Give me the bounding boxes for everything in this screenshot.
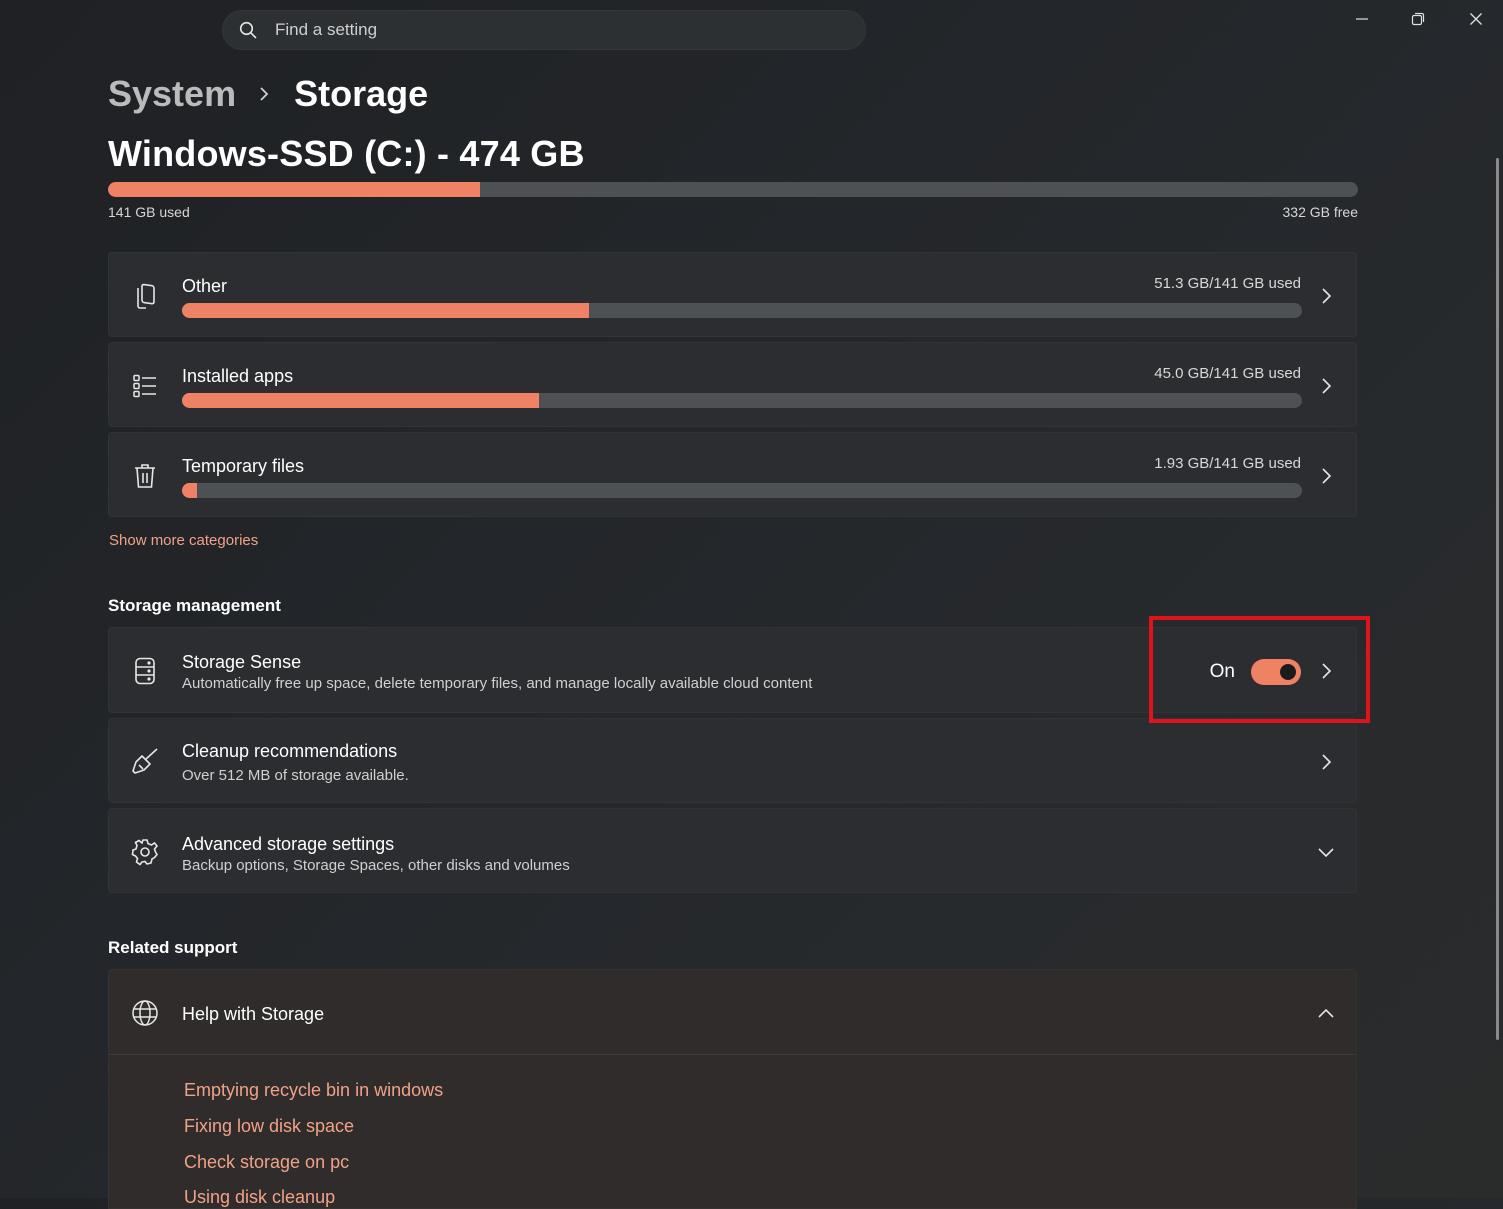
category-amount: 1.93 GB/141 GB used (1154, 455, 1301, 472)
chevron-right-icon (1316, 466, 1336, 486)
category-other[interactable]: Other 51.3 GB/141 GB used (108, 252, 1357, 337)
storage-management-heading: Storage management (108, 596, 281, 615)
advanced-storage-title: Advanced storage settings (182, 834, 395, 854)
drive-usage-bar (108, 182, 1358, 197)
category-usage-fill (182, 483, 198, 498)
breadcrumb: System Storage (108, 70, 428, 118)
storage-sense-title: Storage Sense (182, 652, 302, 672)
drive-used-label: 141 GB used (108, 204, 190, 220)
category-amount: 51.3 GB/141 GB used (1154, 275, 1301, 292)
category-usage-bar (182, 303, 1302, 318)
drive-title: Windows-SSD (C:) - 474 GB (108, 133, 585, 174)
search-box[interactable] (222, 10, 866, 50)
category-usage-bar (182, 483, 1302, 498)
broom-icon (131, 747, 159, 775)
help-with-storage-header[interactable]: Help with Storage (109, 970, 1356, 1055)
chevron-down-icon (1316, 842, 1336, 862)
advanced-storage-settings-item[interactable]: Advanced storage settings Backup options… (108, 808, 1357, 893)
advanced-storage-subtitle: Backup options, Storage Spaces, other di… (182, 857, 570, 874)
close-icon (1470, 13, 1482, 25)
chevron-right-icon (258, 86, 270, 102)
page-title: Storage (294, 73, 429, 114)
category-label: Installed apps (182, 366, 294, 386)
search-input[interactable] (273, 19, 837, 41)
category-temporary-files[interactable]: Temporary files 1.93 GB/141 GB used (108, 432, 1357, 517)
globe-icon (131, 999, 159, 1027)
storage-sense-subtitle: Automatically free up space, delete temp… (182, 675, 813, 692)
show-more-categories-link[interactable]: Show more categories (109, 532, 258, 549)
help-with-storage-title: Help with Storage (182, 1004, 325, 1024)
document-icon (131, 282, 159, 310)
category-label: Other (182, 276, 228, 296)
drive-usage-fill (108, 182, 480, 197)
scrollbar[interactable] (1496, 158, 1499, 1040)
help-link-empty-recycle-bin[interactable]: Emptying recycle bin in windows (184, 1080, 443, 1101)
category-usage-fill (182, 393, 540, 408)
gear-icon (131, 838, 159, 866)
help-link-low-disk-space[interactable]: Fixing low disk space (184, 1116, 354, 1137)
category-amount: 45.0 GB/141 GB used (1154, 365, 1301, 382)
list-icon (131, 372, 159, 400)
cleanup-subtitle: Over 512 MB of storage available. (182, 767, 409, 784)
trash-icon (131, 462, 159, 490)
help-with-storage-panel: Help with Storage Emptying recycle bin i… (108, 969, 1357, 1209)
related-support-heading: Related support (108, 938, 238, 957)
chevron-right-icon (1316, 376, 1336, 396)
close-button[interactable] (1453, 4, 1499, 34)
category-usage-fill (182, 303, 590, 318)
chevron-right-icon (1316, 752, 1336, 772)
category-label: Temporary files (182, 456, 305, 476)
cleanup-title: Cleanup recommendations (182, 741, 398, 761)
chevron-right-icon (1316, 286, 1336, 306)
category-usage-bar (182, 393, 1302, 408)
minimize-button[interactable] (1339, 4, 1385, 34)
minimize-icon (1356, 18, 1368, 20)
highlight-box (1149, 616, 1370, 723)
help-link-check-storage[interactable]: Check storage on pc (184, 1152, 349, 1173)
chevron-up-icon (1316, 1003, 1336, 1023)
breadcrumb-system[interactable]: System (108, 73, 236, 115)
storage-drive-icon (131, 657, 159, 685)
search-icon (239, 21, 257, 39)
cleanup-recommendations-item[interactable]: Cleanup recommendations Over 512 MB of s… (108, 718, 1357, 803)
drive-free-label: 332 GB free (1282, 204, 1359, 220)
restore-button[interactable] (1395, 4, 1441, 34)
category-installed-apps[interactable]: Installed apps 45.0 GB/141 GB used (108, 342, 1357, 427)
restore-icon (1411, 12, 1425, 26)
